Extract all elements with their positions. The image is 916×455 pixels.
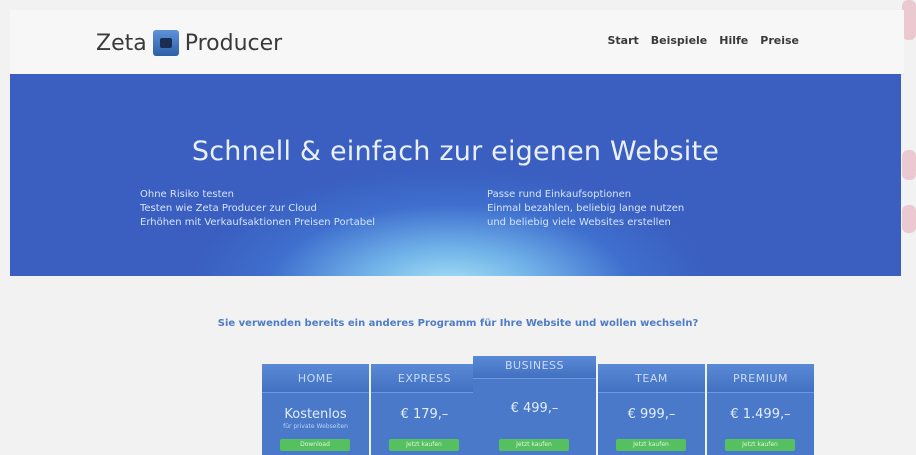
plan-team-button[interactable]: Jetzt kaufen [616,439,686,451]
plan-express-button[interactable]: Jetzt kaufen [389,439,459,451]
feature-text: Einmal bezahlen, beliebig lange nutzen [487,203,685,214]
top-navigation-bar: Zeta Producer Start Beispiele Hilfe Prei… [10,10,904,75]
feature-text: Passe rund Einkaufsoptionen [487,189,632,200]
decorative-blotch [902,0,916,40]
logo-text-left: Zeta [96,30,147,56]
feature-text: Ohne Risiko testen [140,189,235,200]
features-right: Passe rund Einkaufsoptionen Einmal bezah… [487,188,684,230]
plan-price: € 999,– [627,407,676,422]
hero-title: Schnell & einfach zur eigenen Website [191,136,720,167]
plan-name: HOME [262,364,369,393]
plan-name: TEAM [598,364,705,393]
hero-banner: Schnell & einfach zur eigenen Website Oh… [10,74,901,276]
plan-premium-button[interactable]: Jetzt kaufen [725,439,795,451]
feature-text: Erhöhen mit Verkaufsaktionen Preisen Por… [140,217,376,228]
decorative-blotch [902,205,916,233]
main-menu: Start Beispiele Hilfe Preise [607,34,799,47]
lock-box-icon [152,30,179,56]
plan-price: Kostenlos [284,407,347,422]
plan-subtitle: für private Webseiten [283,423,348,430]
plan-business: BUSINESS € 499,– Jetzt kaufen [473,356,596,455]
plan-team: TEAM € 999,– Jetzt kaufen [598,364,705,455]
plan-home-button[interactable]: Download [280,439,350,451]
plan-price: € 499,– [510,401,559,416]
nav-beispiele[interactable]: Beispiele [651,34,708,47]
plan-name: PREMIUM [707,364,814,393]
plan-price: € 179,– [400,407,449,422]
site-logo[interactable]: Zeta Producer [96,26,282,60]
decorative-blotch [902,150,916,180]
features-left: Ohne Risiko testen Testen wie Zeta Produ… [140,188,375,230]
nav-start[interactable]: Start [607,34,638,47]
plan-express: EXPRESS € 179,– Jetzt kaufen [371,364,478,455]
plan-business-button[interactable]: Jetzt kaufen [499,439,569,451]
plan-name: BUSINESS [473,356,596,379]
switch-question-link[interactable]: Sie verwenden bereits ein anderes Progra… [0,318,916,329]
nav-preise[interactable]: Preise [760,34,799,47]
plan-price: € 1.499,– [730,407,791,422]
nav-hilfe[interactable]: Hilfe [719,34,748,47]
plan-name: EXPRESS [371,364,478,393]
plan-home: HOME Kostenlos für private Webseiten Dow… [262,364,369,455]
plan-premium: PREMIUM € 1.499,– Jetzt kaufen [707,364,814,455]
feature-text: und beliebig viele Websites erstellen [487,217,671,228]
feature-text: Testen wie Zeta Producer zur Cloud [140,203,317,214]
logo-text-right: Producer [184,30,283,56]
